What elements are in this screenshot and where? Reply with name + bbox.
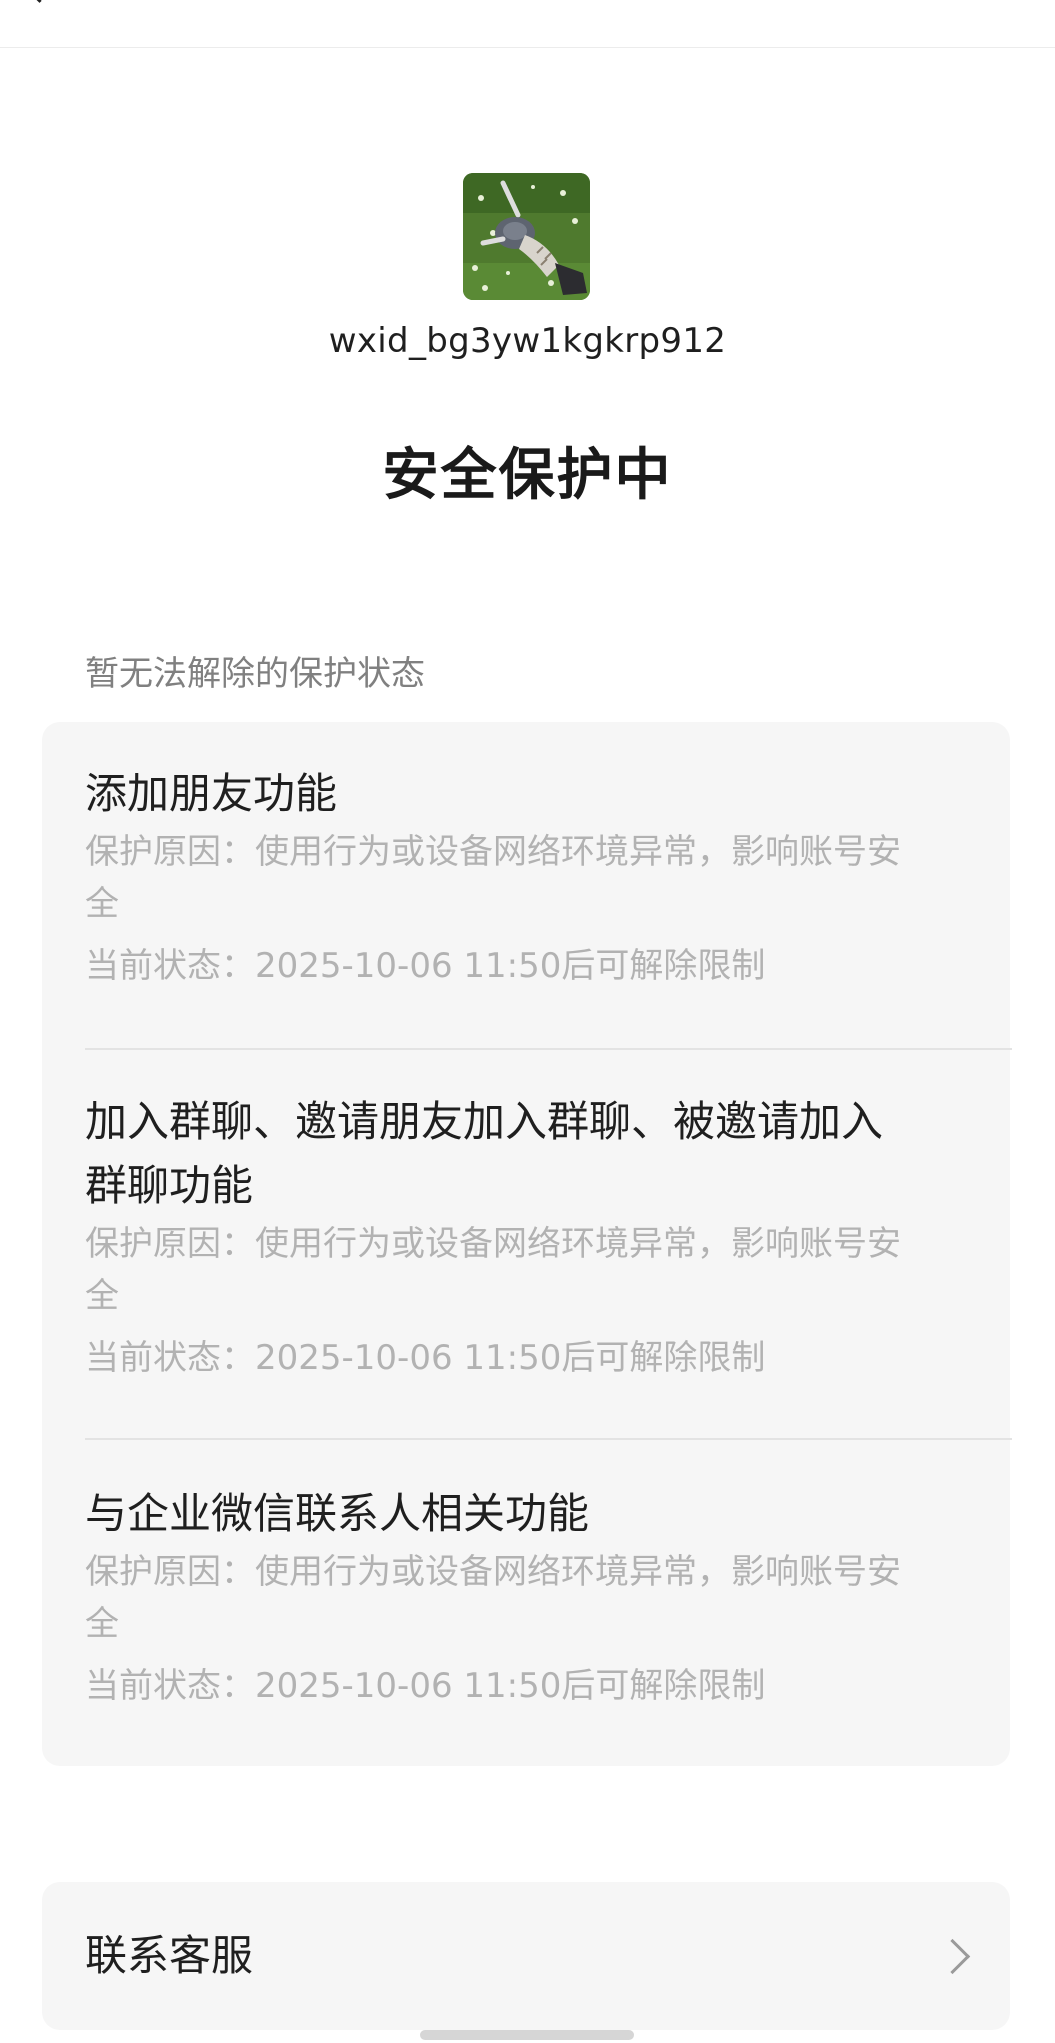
protection-item-title: 加入群聊、邀请朋友加入群聊、被邀请加入 [85, 1097, 884, 1146]
protection-reason-cont: 全 [85, 1276, 119, 1316]
home-indicator [420, 2030, 634, 2040]
chevron-right-icon [934, 1938, 971, 1975]
divider [85, 1048, 1012, 1050]
protection-item-group-chat: 加入群聊、邀请朋友加入群聊、被邀请加入 群聊功能 保护原因：使用行为或设备网络环… [85, 1090, 973, 1384]
user-id: wxid_bg3yw1kgkrp912 [328, 321, 727, 361]
avatar [463, 173, 590, 300]
protection-item-title: 与企业微信联系人相关功能 [85, 1489, 590, 1538]
protection-reason-cont: 全 [85, 884, 119, 924]
contact-support-label: 联系客服 [85, 1931, 254, 1980]
protection-list-card: 添加朋友功能 保护原因：使用行为或设备网络环境异常，影响账号安 全 当前状态：2… [42, 722, 1012, 1766]
protection-status: 当前状态：2025-10-06 11:50后可解除限制 [85, 1666, 766, 1706]
protection-status: 当前状态：2025-10-06 11:50后可解除限制 [85, 946, 766, 986]
protection-item-wecom-contacts: 与企业微信联系人相关功能 保护原因：使用行为或设备网络环境异常，影响账号安 全 … [85, 1482, 973, 1712]
protection-status: 当前状态：2025-10-06 11:50后可解除限制 [85, 1338, 766, 1378]
protection-item-title-cont: 群聊功能 [85, 1161, 254, 1210]
protection-reason-cont: 全 [85, 1604, 119, 1644]
top-bar [0, 0, 1055, 48]
protection-item-add-friends: 添加朋友功能 保护原因：使用行为或设备网络环境异常，影响账号安 全 当前状态：2… [85, 762, 973, 992]
avatar-image [463, 173, 590, 300]
contact-support-button[interactable]: 联系客服 [42, 1882, 1010, 2030]
section-label: 暂无法解除的保护状态 [85, 654, 425, 694]
protection-reason: 保护原因：使用行为或设备网络环境异常，影响账号安 [85, 1552, 901, 1592]
divider [85, 1438, 1012, 1440]
back-arrow-icon[interactable] [22, 0, 52, 6]
protection-reason: 保护原因：使用行为或设备网络环境异常，影响账号安 [85, 1224, 901, 1264]
page-title: 安全保护中 [382, 443, 673, 508]
protection-reason: 保护原因：使用行为或设备网络环境异常，影响账号安 [85, 832, 901, 872]
protection-item-title: 添加朋友功能 [85, 769, 338, 818]
